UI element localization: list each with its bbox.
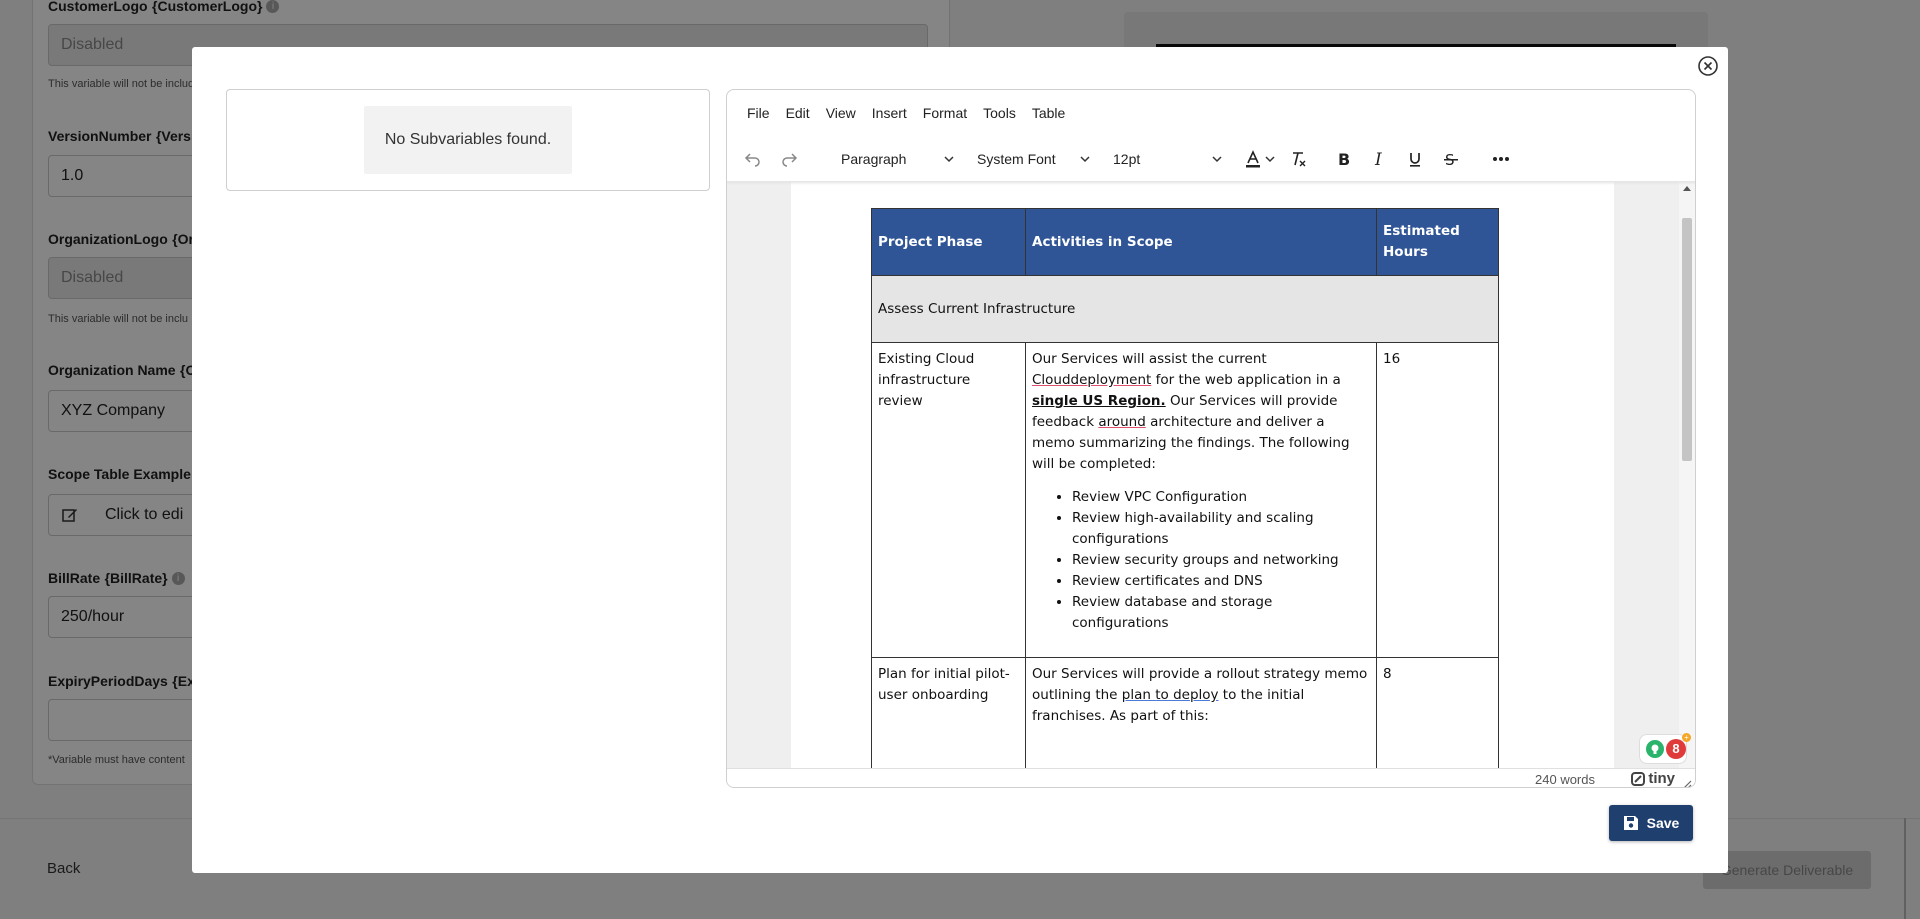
word-count[interactable]: 240 words [1535,772,1595,787]
save-button[interactable]: Save [1609,805,1693,841]
list-item: Review security groups and networking [1072,550,1370,571]
phase-cell[interactable]: Existing Cloud infrastructure review [871,342,1026,658]
bold-button[interactable]: B [1329,145,1357,173]
scroll-up-arrow-icon[interactable] [1683,186,1691,191]
menu-edit[interactable]: Edit [778,105,818,125]
text-color-icon [1246,150,1260,168]
chevron-down-icon [1265,156,1275,163]
list-item: Review VPC Configuration [1072,487,1370,508]
more-options-button[interactable] [1487,145,1515,173]
resize-handle-icon[interactable] [1682,776,1692,787]
grammar-suggestion[interactable]: plan to deploy [1122,687,1219,703]
activity-text: Our Services will assist the current [1032,351,1267,367]
no-subvariables-message: No Subvariables found. [364,106,572,174]
menu-table[interactable]: Table [1024,105,1073,125]
save-label: Save [1646,815,1680,831]
tiny-logo[interactable]: tiny [1631,770,1675,787]
document-page[interactable]: Project Phase Activities in Scope Estima… [791,182,1614,768]
font-family-select[interactable]: System Font [969,145,1099,173]
redo-icon [782,153,798,167]
activities-cell[interactable]: Our Services will assist the current Clo… [1025,342,1377,658]
scope-table[interactable]: Project Phase Activities in Scope Estima… [871,208,1499,768]
spellcheck-word[interactable]: around [1098,414,1145,430]
activity-bullet-list: Review VPC Configuration Review high-ava… [1072,487,1370,634]
tiny-logo-icon [1631,771,1646,786]
bold-icon: B [1338,150,1350,168]
spellcheck-word[interactable]: Clouddeployment [1032,372,1151,388]
table-row: Existing Cloud infrastructure review Our… [871,342,1499,658]
block-format-select[interactable]: Paragraph [833,145,963,173]
rich-text-editor: File Edit View Insert Format Tools Table… [726,89,1696,788]
scrollbar-thumb[interactable] [1682,218,1692,461]
menu-file[interactable]: File [739,105,778,125]
table-row: Plan for initial pilot-user onboarding O… [871,657,1499,768]
header-project-phase[interactable]: Project Phase [871,208,1026,276]
font-size-select[interactable]: 12pt [1105,145,1231,173]
underline-icon [1410,153,1420,167]
activity-bold-text: single US Region. [1032,393,1166,409]
strikethrough-button[interactable]: S [1437,145,1465,173]
close-circle-icon [1698,56,1718,76]
text-color-dropdown[interactable] [1261,145,1279,173]
suggestions-badge[interactable]: 8 + [1639,733,1691,764]
hours-cell[interactable]: 16 [1376,342,1499,658]
italic-icon: I [1374,150,1382,168]
lightbulb-icon [1646,740,1664,758]
tiny-brand-text: tiny [1648,770,1675,787]
editor-statusbar: 240 words tiny [727,768,1695,787]
list-item: Review database and storage configuratio… [1072,592,1370,634]
toolbar-shadow [727,181,1695,185]
chevron-down-icon [943,150,955,171]
clear-formatting-icon [1293,152,1306,167]
phase-cell[interactable]: Plan for initial pilot-user onboarding [871,657,1026,768]
activities-cell[interactable]: Our Services will provide a rollout stra… [1025,657,1377,768]
undo-button[interactable] [739,145,767,173]
menu-insert[interactable]: Insert [864,105,915,125]
activity-text: for the web application in a [1151,372,1341,388]
undo-icon [744,153,760,167]
menu-view[interactable]: View [818,105,864,125]
editor-content-area[interactable]: Project Phase Activities in Scope Estima… [727,182,1695,768]
strikethrough-icon: S [1444,151,1458,168]
chevron-down-icon [1211,150,1223,171]
close-modal-button[interactable] [1697,55,1719,77]
svg-text:B: B [1338,150,1350,168]
header-estimated-hours[interactable]: Estimated Hours [1376,208,1499,276]
subvariables-panel: No Subvariables found. [226,89,710,191]
list-item: Review certificates and DNS [1072,571,1370,592]
menu-format[interactable]: Format [915,105,975,125]
edit-variable-modal: No Subvariables found. File Edit View In… [192,47,1728,873]
phase-group-row: Assess Current Infrastructure [871,275,1499,343]
list-item: Review high-availability and scaling con… [1072,508,1370,550]
table-header-row: Project Phase Activities in Scope Estima… [871,208,1499,276]
clear-formatting-button[interactable] [1285,145,1313,173]
italic-button[interactable]: I [1365,145,1393,173]
more-horizontal-icon [1493,157,1509,161]
phase-title-cell[interactable]: Assess Current Infrastructure [871,275,1499,343]
redo-button[interactable] [775,145,803,173]
chevron-down-icon [1079,150,1091,171]
editor-scrollbar[interactable] [1679,182,1695,768]
hours-cell[interactable]: 8 [1376,657,1499,768]
header-activities[interactable]: Activities in Scope [1025,208,1377,276]
suggestion-count: 8 [1666,739,1686,759]
menu-tools[interactable]: Tools [975,105,1024,125]
svg-text:I: I [1374,150,1382,168]
editor-menubar: File Edit View Insert Format Tools Table [739,105,1073,125]
plus-icon: + [1682,733,1691,742]
underline-button[interactable] [1401,145,1429,173]
save-icon [1623,816,1638,830]
editor-toolbar: Paragraph System Font 12pt B I S [727,140,1695,180]
